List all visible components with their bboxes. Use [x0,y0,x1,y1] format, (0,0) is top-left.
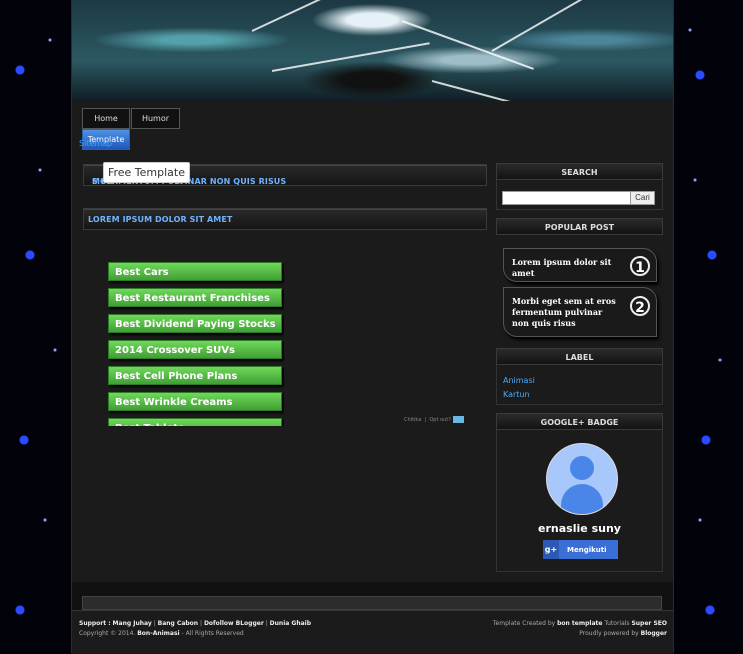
label-link-animasi[interactable]: Animasi [503,376,535,385]
powered-prefix: Proudly powered by [579,630,639,637]
blogger-link[interactable]: Blogger [641,630,667,637]
footer-link-bang-cabon[interactable]: Bang Cabon [158,620,198,627]
footer: Support : Mang Juhay | Bang Cabon | Dofo… [72,610,673,654]
opt-out-link[interactable]: Opt out? [429,417,451,423]
tab-humor[interactable]: Humor [131,108,180,129]
ad-link[interactable]: Best Cell Phone Plans [108,366,282,385]
copyright-prefix: Copyright © 2014. [79,630,136,637]
search-button[interactable]: Cari [630,191,655,205]
search-heading: SEARCH [496,163,663,180]
google-plus-icon: g+ [543,540,559,559]
post-title-2[interactable]: LOREM IPSUM DOLOR SIT AMET [88,215,232,224]
ad-link[interactable]: Best Wrinkle Creams [108,392,282,411]
footer-link-mang-juhay[interactable]: Mang Juhay [113,620,152,627]
ad-footer: Chitika | Opt out? [404,416,464,423]
profile-avatar[interactable] [546,443,618,515]
template-credit-prefix: Template Created by [492,620,556,627]
label-widget [496,365,663,405]
footer-sep: | [200,620,203,627]
google-plus-heading: GOOGLE+ BADGE [496,413,663,430]
popular-post-title[interactable]: Morbi eget sem at eros fermentum pulvina… [512,296,618,329]
copyright-site-link[interactable]: Bon-Animasi [137,630,179,637]
ad-link[interactable]: 2014 Crossover SUVs [108,340,282,359]
profile-name[interactable]: ernaslie suny [496,522,663,535]
copyright-suffix: - All Rights Reserved [181,630,244,637]
footer-band [72,582,673,610]
popular-post-heading: POPULAR POST [496,218,663,235]
search-input[interactable] [502,191,631,205]
popular-post-item[interactable]: Lorem ipsum dolor sit amet 1 [503,248,657,282]
popular-post-item[interactable]: Morbi eget sem at eros fermentum pulvina… [503,287,657,337]
ad-choices-icon[interactable] [452,416,464,423]
popular-post-title[interactable]: Lorem ipsum dolor sit amet [512,257,618,279]
footer-link-dofollow-blogger[interactable]: Dofollow BLogger [204,620,264,627]
tab-home[interactable]: Home [82,108,130,129]
label-link-kartun[interactable]: Kartun [503,390,530,399]
label-heading: LABEL [496,348,663,365]
template-author-link[interactable]: bon template [557,620,602,627]
ad-link[interactable]: Best Cars [108,262,282,281]
footer-sep: | [265,620,268,627]
rank-badge-icon: 1 [630,256,650,276]
page-wrapper: Home Humor Template Sitemap Free Templat… [71,0,674,654]
header-banner-image [72,0,673,101]
footer-sep: | [153,620,156,627]
tutorials-label: Tutorials [604,620,630,627]
ad-footer-separator: | [424,417,427,423]
footer-left: Support : Mang Juhay | Bang Cabon | Dofo… [79,619,311,639]
ad-unit: Best Cars Best Restaurant Franchises Bes… [108,262,284,426]
rank-badge-icon: 2 [630,296,650,316]
follow-button[interactable]: g+ Mengikuti [543,540,618,559]
ad-link[interactable]: Best Tablets [108,418,282,426]
footer-right: Template Created by bon template Tutoria… [493,619,667,639]
support-label: Support : [79,620,111,627]
post-title-bar-2: LOREM IPSUM DOLOR SIT AMET [83,208,487,230]
ad-link[interactable]: Best Restaurant Franchises [108,288,282,307]
free-template-tooltip: Free Template [103,162,190,183]
tutorials-link[interactable]: Super SEO [631,620,667,627]
ad-link[interactable]: Best Dividend Paying Stocks [108,314,282,333]
follow-label: Mengikuti [567,546,607,554]
chitika-link[interactable]: Chitika [404,417,421,423]
footer-link-dunia-ghaib[interactable]: Dunia Ghaib [270,620,311,627]
sitemap-link[interactable]: Sitemap [79,139,112,148]
footer-divider [82,596,662,610]
